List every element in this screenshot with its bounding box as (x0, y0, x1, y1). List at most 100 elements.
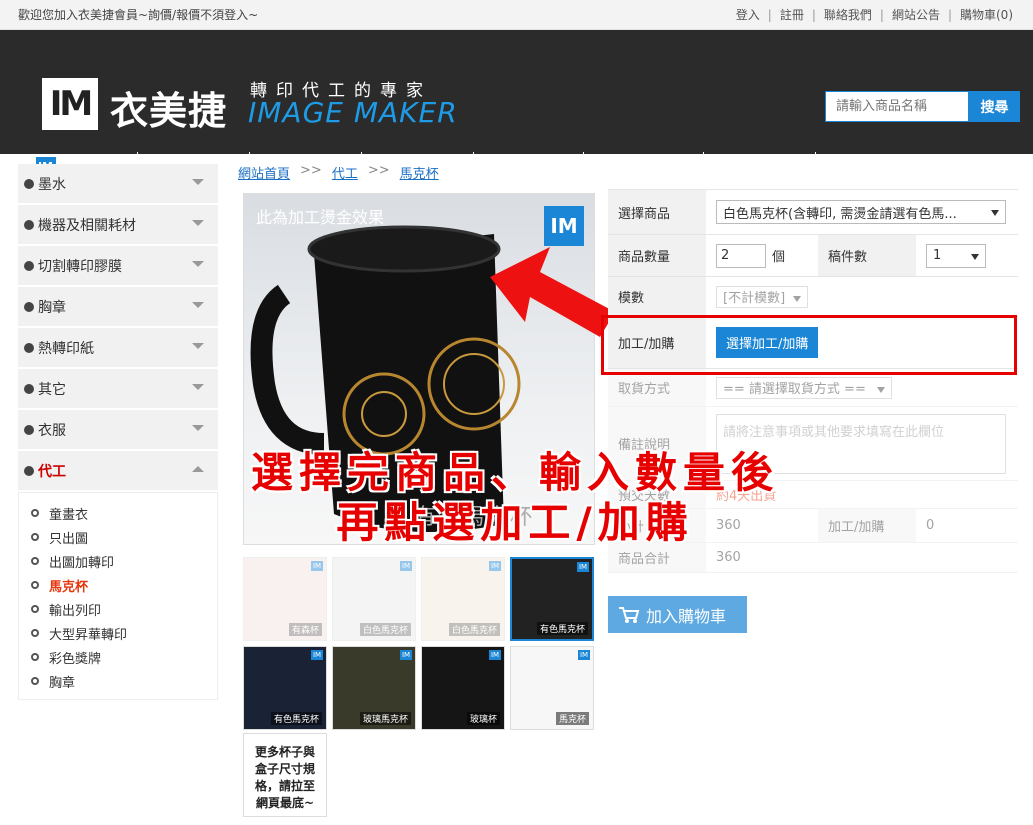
search-bar: 搜尋 (825, 91, 1020, 122)
chevron-down-icon (192, 302, 204, 308)
subcategory-item[interactable]: 胸章 (31, 669, 217, 693)
chevron-down-icon (192, 343, 204, 349)
dropdown-arrow-icon (793, 295, 801, 302)
annotation-line-1: 選擇完商品、輸入數量後 (250, 448, 779, 497)
category-transfer-paper[interactable]: 熱轉印紙 (18, 328, 218, 368)
thumbnail[interactable]: IM 有森杯 (243, 557, 327, 641)
thumbnail-gallery: IM 有森杯 IM 白色馬克杯 IM 白色馬克杯 IM 有色馬克杯 IM 有色馬克杯 IM… (243, 557, 594, 730)
login-link[interactable]: 登入 (736, 6, 760, 23)
bullet-icon (24, 219, 34, 230)
thumbnail[interactable]: IM 玻璃杯 (421, 646, 505, 730)
logo-mark[interactable]: IM (42, 78, 98, 130)
category-clothing[interactable]: 衣服 (18, 410, 218, 450)
subcategory-label: 胸章 (49, 675, 76, 691)
breadcrumb: 網站首頁 >> 代工 >> 馬克杯 (238, 163, 439, 182)
form-row: 選擇商品 白色馬克杯(含轉印, 需燙金請選有色馬... (608, 190, 1018, 235)
subcategory-label: 馬克杯 (49, 579, 89, 595)
announcement-link[interactable]: 網站公告 (892, 6, 940, 23)
drafts-select-value: 1 (933, 248, 942, 263)
category-sidebar: 墨水 機器及相關耗材 切割轉印膠膜 胸章 熱轉印紙 其它 衣服 代工 童畫衣 只… (18, 164, 218, 700)
mold-select[interactable]: [不計模數] (716, 285, 808, 308)
qty-input[interactable]: 2 (716, 243, 766, 268)
thumbnail[interactable]: IM 馬克杯 (510, 646, 594, 730)
subcategory-label: 出圖加轉印 (49, 555, 115, 571)
breadcrumb-separator: >> (367, 163, 390, 178)
product-select-value: 白色馬克杯(含轉印, 需燙金請選有色馬... (723, 206, 957, 222)
category-label: 衣服 (38, 422, 66, 439)
nav-member-center[interactable]: 會員中心 (704, 152, 816, 180)
add-to-cart-button[interactable]: 加入購物車 (608, 596, 747, 633)
subcategory-item[interactable]: 輸出列印 (31, 597, 217, 621)
subcategory-item[interactable]: 彩色獎牌 (31, 645, 217, 669)
category-label: 機器及相關耗材 (38, 217, 136, 234)
mold-label: 模數 (608, 277, 706, 316)
select-product-label: 選擇商品 (608, 190, 706, 234)
add-to-cart-label: 加入購物車 (646, 606, 727, 626)
circle-bullet-icon (31, 581, 39, 589)
bullet-icon (24, 424, 34, 435)
search-input[interactable] (825, 91, 969, 122)
nav-my-orders[interactable]: 我的訂單 (584, 152, 704, 180)
thumbnail[interactable]: IM 白色馬克杯 (332, 557, 416, 641)
circle-bullet-icon (31, 653, 39, 661)
chevron-down-icon (192, 261, 204, 267)
site-header: IM 衣美捷 轉印代工的專家 IMAGE MAKER 搜尋 IM網站首頁 最新消… (0, 30, 1033, 180)
contact-link[interactable]: 聯絡我們 (824, 6, 872, 23)
drafts-label: 稿件數 (818, 235, 916, 276)
thumbnail[interactable]: IM 白色馬克杯 (421, 557, 505, 641)
logo-chinese-name[interactable]: 衣美捷 (110, 80, 227, 135)
subcategory-label: 彩色獎牌 (49, 651, 102, 667)
search-button[interactable]: 搜尋 (969, 91, 1020, 122)
nav-transfer-tips[interactable]: 轉印二三事 (816, 152, 920, 180)
instruction-annotation: 選擇完商品、輸入數量後 再點選加工/加購 (185, 448, 845, 548)
circle-bullet-icon (31, 533, 39, 541)
annotation-line-2: 再點選加工/加購 (336, 498, 694, 547)
chevron-down-icon (192, 220, 204, 226)
welcome-text: 歡迎您加入衣美捷會員~詢價/報價不須登入~ (18, 8, 259, 22)
drafts-select[interactable]: 1 (926, 243, 986, 268)
pickup-select[interactable]: == 請選擇取貨方式 == (716, 376, 892, 399)
cart-link[interactable]: 購物車(0) (960, 6, 1013, 23)
chevron-down-icon (192, 384, 204, 390)
thumbnail[interactable]: IM 有色馬克杯 (243, 646, 327, 730)
category-label: 熱轉印紙 (38, 340, 94, 357)
form-row: 商品數量 2個 稿件數 1 (608, 235, 1018, 277)
qty-unit: 個 (772, 250, 786, 265)
subcategory-item[interactable]: 大型昇華轉印 (31, 621, 217, 645)
category-label: 胸章 (38, 299, 66, 316)
breadcrumb-home[interactable]: 網站首頁 (238, 163, 290, 182)
chevron-down-icon (192, 425, 204, 431)
subcategory-item-mug[interactable]: 馬克杯 (31, 573, 217, 597)
subcategory-item[interactable]: 出圖加轉印 (31, 549, 217, 573)
category-label: 切割轉印膠膜 (38, 258, 122, 275)
image-caption: 此為加工燙金效果 (256, 208, 385, 227)
thumbnail[interactable]: IM 玻璃馬克杯 (332, 646, 416, 730)
cart-icon (619, 606, 640, 623)
nav-newsletter[interactable]: 訂閱電子報 (474, 152, 584, 180)
product-select[interactable]: 白色馬克杯(含轉印, 需燙金請選有色馬... (716, 200, 1006, 224)
category-label: 代工 (38, 463, 66, 480)
category-machines[interactable]: 機器及相關耗材 (18, 205, 218, 245)
breadcrumb-processing[interactable]: 代工 (332, 163, 358, 182)
breadcrumb-mug[interactable]: 馬克杯 (400, 163, 439, 182)
register-link[interactable]: 註冊 (780, 6, 804, 23)
category-badges[interactable]: 胸章 (18, 287, 218, 327)
category-ink[interactable]: 墨水 (18, 164, 218, 204)
top-links: 登入 | 註冊 | 聯絡我們 | 網站公告 | 購物車(0) (735, 6, 1013, 23)
thumbnail-selected[interactable]: IM 有色馬克杯 (510, 557, 594, 641)
logo-english-name: IMAGE MAKER (248, 96, 458, 129)
subcategory-label: 只出圖 (49, 531, 89, 547)
category-cutting-film[interactable]: 切割轉印膠膜 (18, 246, 218, 286)
circle-bullet-icon (31, 605, 39, 613)
subcategory-label: 輸出列印 (49, 603, 102, 619)
dropdown-arrow-icon (971, 253, 979, 260)
circle-bullet-icon (31, 629, 39, 637)
bullet-icon (24, 178, 34, 189)
bullet-icon (24, 465, 34, 476)
bullet-icon (24, 383, 34, 394)
subcategory-label: 童畫衣 (49, 507, 89, 523)
category-others[interactable]: 其它 (18, 369, 218, 409)
circle-bullet-icon (31, 557, 39, 565)
more-sizes-note: 更多杯子與盒子尺寸規格，請拉至網頁最底~ (243, 733, 327, 817)
breadcrumb-separator: >> (300, 163, 322, 178)
